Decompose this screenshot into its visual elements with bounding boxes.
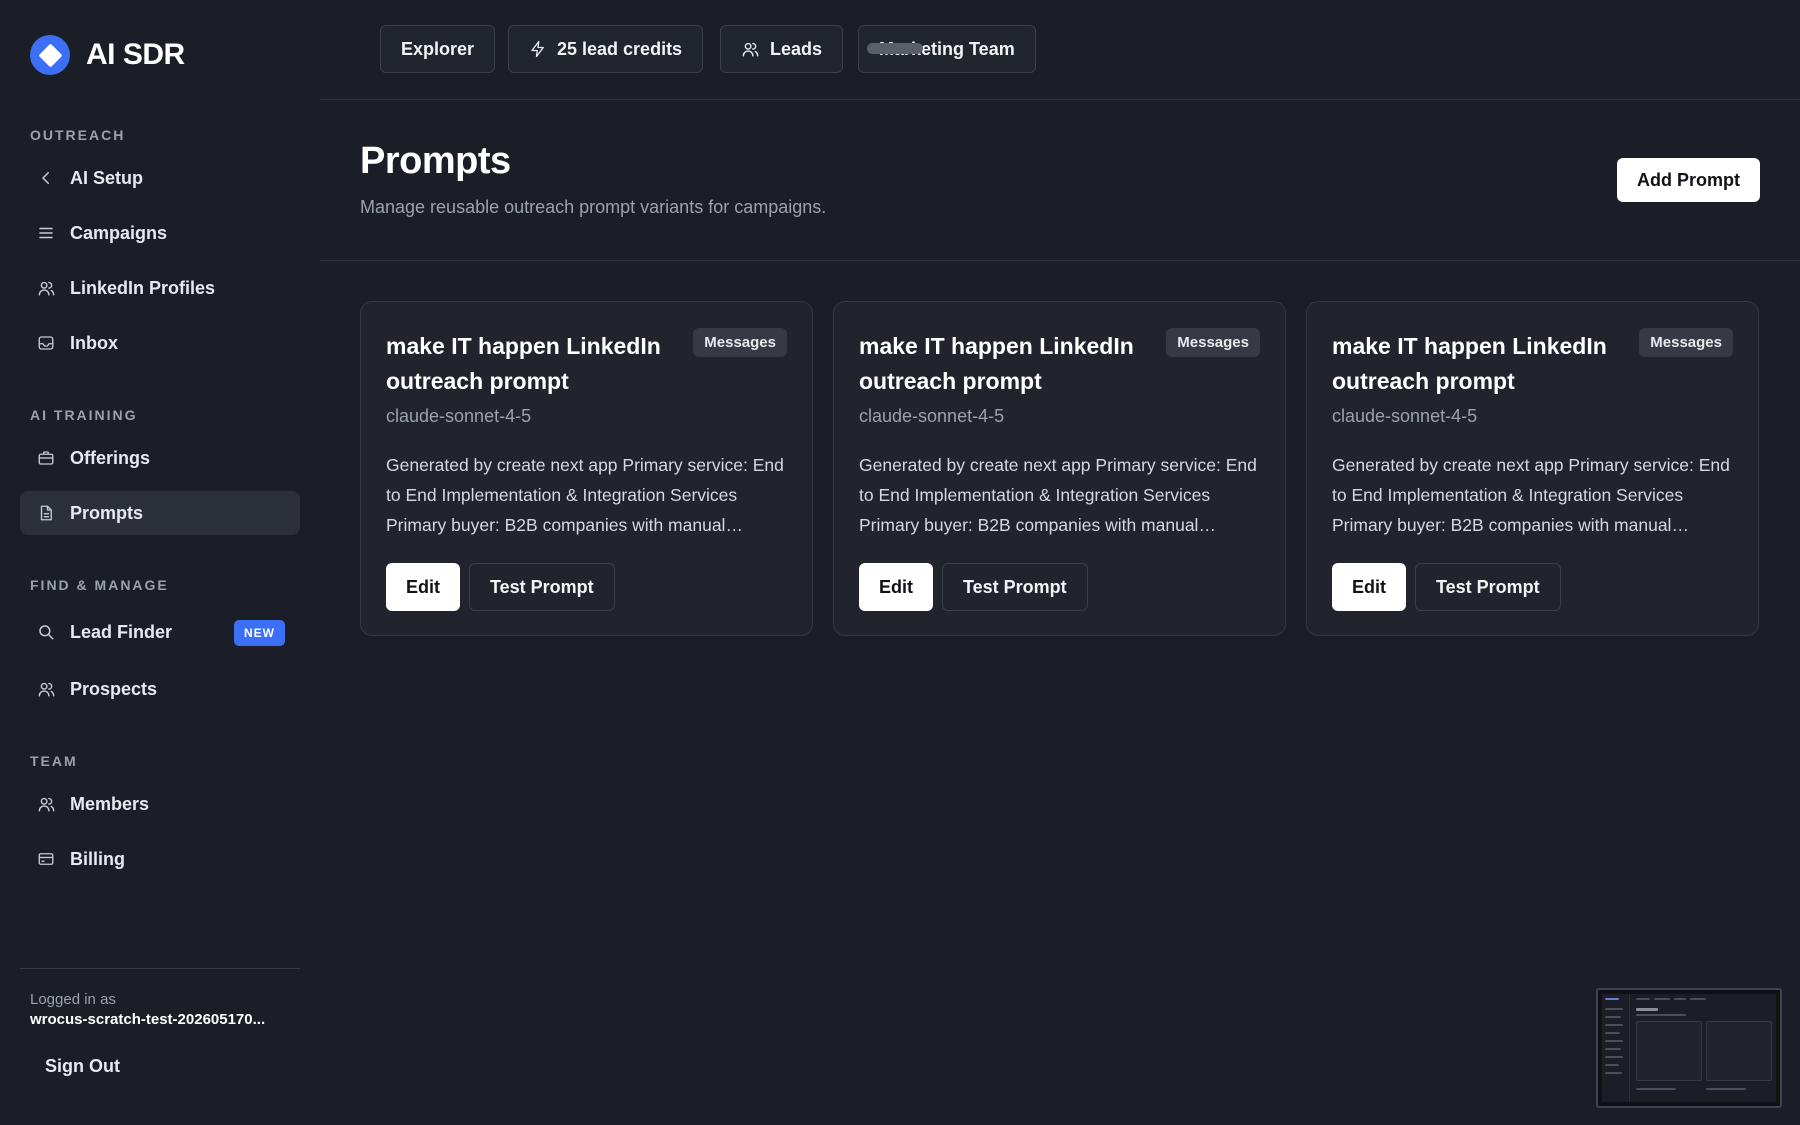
sidebar-divider	[20, 968, 300, 969]
new-badge: NEW	[234, 620, 285, 646]
sidebar-item-prompts[interactable]: Prompts	[20, 491, 300, 535]
prompt-type-badge: Messages	[1166, 328, 1260, 357]
document-icon	[36, 503, 56, 523]
users-icon	[741, 40, 760, 59]
prompt-model: claude-sonnet-4-5	[859, 406, 1005, 426]
prompt-card: make IT happen LinkedIn outreach prompt …	[360, 301, 813, 636]
users-icon	[36, 278, 56, 298]
loading-overlay	[867, 43, 923, 54]
prompt-model: claude-sonnet-4-5	[386, 406, 532, 426]
leads-label: Leads	[770, 38, 823, 59]
sidebar-item-label: Offerings	[70, 447, 151, 468]
users-icon	[36, 794, 56, 814]
prompt-description: Generated by create next app Primary ser…	[1332, 455, 1730, 535]
section-label-team: TEAM	[30, 753, 78, 769]
page-header: Prompts Manage reusable outreach prompt …	[320, 100, 1800, 261]
sidebar-item-label: Billing	[70, 848, 125, 869]
lead-credits-button[interactable]: 25 lead credits	[508, 25, 704, 73]
sidebar-item-label: Members	[70, 793, 150, 814]
sidebar-item-linkedin-profiles[interactable]: LinkedIn Profiles	[20, 266, 300, 310]
test-prompt-button[interactable]: Test Prompt	[469, 563, 615, 611]
add-prompt-button[interactable]: Add Prompt	[1617, 158, 1760, 202]
section-label-ai-training: AI TRAINING	[30, 407, 138, 423]
explorer-label: Explorer	[401, 38, 475, 59]
edit-button[interactable]: Edit	[386, 563, 460, 611]
prompt-description: Generated by create next app Primary ser…	[386, 455, 784, 535]
brand[interactable]: AI SDR	[30, 35, 185, 75]
prompt-type-badge: Messages	[693, 328, 787, 357]
brand-logo-icon	[30, 35, 70, 75]
sidebar-item-ai-setup[interactable]: AI Setup	[20, 156, 300, 200]
sidebar-item-label: Prompts	[70, 502, 144, 523]
sidebar-item-billing[interactable]: Billing	[20, 837, 300, 881]
sidebar-item-label: Prospects	[70, 678, 158, 699]
sidebar-item-prospects[interactable]: Prospects	[20, 667, 300, 711]
lead-credits-label: 25 lead credits	[557, 38, 683, 59]
users-icon	[36, 679, 56, 699]
page-subtitle: Manage reusable outreach prompt variants…	[360, 197, 827, 217]
sidebar-item-campaigns[interactable]: Campaigns	[20, 211, 300, 255]
inbox-icon	[36, 333, 56, 353]
preview-thumbnail[interactable]	[1596, 988, 1782, 1108]
sidebar-item-label: Campaigns	[70, 222, 168, 243]
top-bar: Explorer 25 lead credits Leads Marketing…	[320, 0, 1800, 100]
team-selector-button[interactable]: Marketing Team	[858, 25, 1036, 73]
app-window: AI SDR OUTREACH AI Setup Campaigns Linke…	[0, 0, 1800, 1125]
sidebar-item-lead-finder[interactable]: Lead Finder NEW	[20, 610, 300, 654]
lightning-icon	[529, 40, 547, 58]
sign-out-button[interactable]: Sign Out	[45, 1056, 120, 1077]
prompt-card-title: make IT happen LinkedIn outreach prompt	[386, 333, 661, 394]
prompt-type-badge: Messages	[1639, 328, 1733, 357]
section-label-outreach: OUTREACH	[30, 127, 126, 143]
sidebar-item-label: LinkedIn Profiles	[70, 277, 216, 298]
sidebar: AI SDR OUTREACH AI Setup Campaigns Linke…	[0, 0, 320, 1125]
search-icon	[36, 622, 56, 642]
preview-thumbnail-image	[1602, 994, 1776, 1102]
sidebar-item-label: AI Setup	[70, 167, 144, 188]
prompt-card-title: make IT happen LinkedIn outreach prompt	[1332, 333, 1607, 394]
explorer-button[interactable]: Explorer	[380, 25, 496, 73]
test-prompt-button[interactable]: Test Prompt	[942, 563, 1088, 611]
chevron-left-icon	[36, 168, 56, 188]
sidebar-item-label: Inbox	[70, 332, 118, 353]
logged-in-label: Logged in as	[30, 991, 116, 1008]
prompt-model: claude-sonnet-4-5	[1332, 406, 1478, 426]
prompt-card: make IT happen LinkedIn outreach prompt …	[1306, 301, 1759, 636]
prompt-card: make IT happen LinkedIn outreach prompt …	[833, 301, 1286, 636]
page-title: Prompts	[360, 140, 511, 182]
section-label-find-manage: FIND & MANAGE	[30, 577, 169, 593]
prompt-card-title: make IT happen LinkedIn outreach prompt	[859, 333, 1134, 394]
edit-button[interactable]: Edit	[1332, 563, 1406, 611]
credit-card-icon	[36, 849, 56, 869]
sidebar-item-members[interactable]: Members	[20, 782, 300, 826]
sidebar-item-offerings[interactable]: Offerings	[20, 436, 300, 480]
logged-in-user: wrocus-scratch-test-202605170...	[30, 1011, 266, 1028]
list-icon	[36, 223, 56, 243]
sidebar-item-label: Lead Finder	[70, 621, 173, 642]
brand-name: AI SDR	[86, 38, 185, 71]
test-prompt-button[interactable]: Test Prompt	[1415, 563, 1561, 611]
edit-button[interactable]: Edit	[859, 563, 933, 611]
prompt-description: Generated by create next app Primary ser…	[859, 455, 1257, 535]
sidebar-item-inbox[interactable]: Inbox	[20, 321, 300, 365]
briefcase-icon	[36, 448, 56, 468]
leads-button[interactable]: Leads	[720, 25, 844, 73]
